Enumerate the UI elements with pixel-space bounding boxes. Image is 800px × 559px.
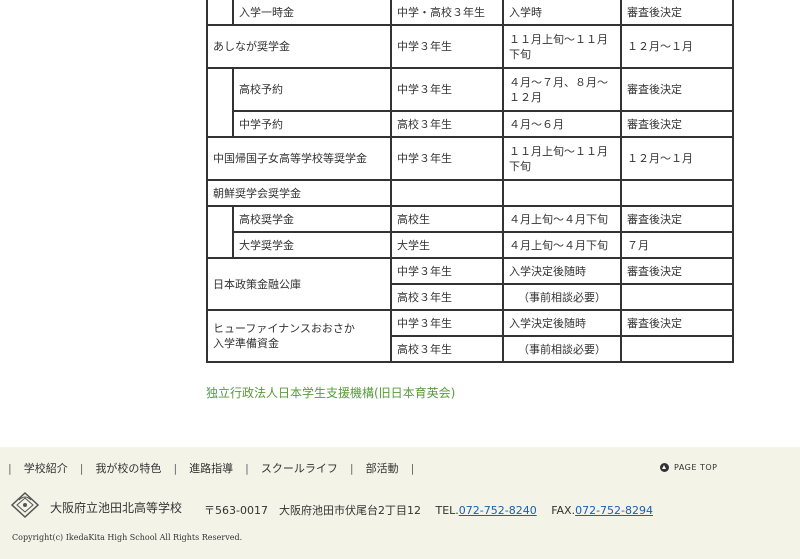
school-logo [10,491,40,519]
application-period: 入学決定後随時 [502,309,622,337]
target-grade: 高校３年生 [390,110,504,138]
scholarship-name: 高校予約 [232,67,392,112]
footer-nav-school-life[interactable]: スクールライフ [261,460,338,476]
fax-link[interactable]: 072-752-8294 [575,504,653,517]
application-period: １１月上旬～１１月下旬 [502,136,622,181]
decision-time: １２月～１月 [620,24,734,69]
footer-nav: | 学校紹介 | 我が校の特色 | 進路指導 | スクールライフ | 部活動 | [8,460,426,476]
scholarship-name: 大学奨学金 [232,231,392,259]
target-grade: 高校３年生 [390,283,504,311]
indent-cell [206,111,234,138]
application-period: （事前相談必要） [502,283,622,311]
tel-label: TEL. [435,504,459,517]
page-top-button[interactable]: PAGE TOP [660,463,717,472]
scholarship-name: あしなが奨学金 [206,24,392,69]
nav-separator: | [8,461,12,475]
scholarship-name: 中国帰国子女高等学校等奨学金 [206,136,392,181]
table-row: 朝鮮奨学会奨学金 [206,179,734,207]
scholarship-name: 入学一時金 [232,0,392,26]
decision-time [620,283,734,311]
footer-nav-school-intro[interactable]: 学校紹介 [24,460,68,476]
scholarship-name: 高校奨学金 [232,205,392,233]
decision-time: 審査後決定 [620,110,734,138]
scholarship-table: 入学一時金 中学・高校３年生 入学時 審査後決定 あしなが奨学金 中学３年生 １… [206,0,734,363]
target-grade: 大学生 [390,231,504,259]
application-period: 入学時 [502,0,622,26]
target-grade: 中学３年生 [390,24,504,69]
table-row: 高校奨学金 高校生 ４月上旬～４月下旬 審査後決定 [206,205,734,233]
decision-time: 審査後決定 [620,0,734,26]
target-grade: 中学３年生 [390,136,504,181]
indent-cell [206,0,234,25]
main-content: 入学一時金 中学・高校３年生 入学時 審査後決定 あしなが奨学金 中学３年生 １… [0,0,800,447]
decision-time: 審査後決定 [620,205,734,233]
nav-separator: | [79,461,84,475]
decision-time: 審査後決定 [620,67,734,112]
scholarship-name: 日本政策金融公庫 [206,257,392,311]
scholarship-name: 中学予約 [232,110,392,138]
application-period [502,179,622,207]
table-row: あしなが奨学金 中学３年生 １１月上旬～１１月下旬 １２月～１月 [206,24,734,69]
page-top-label: PAGE TOP [674,463,718,472]
arrow-up-circle-icon [660,463,669,472]
decision-time: ７月 [620,231,734,259]
application-period: 入学決定後随時 [502,257,622,285]
school-address: 〒563-0017 大阪府池田市伏尾台2丁目12 TEL.072-752-824… [204,502,653,518]
nav-separator: | [245,461,249,475]
footer: | 学校紹介 | 我が校の特色 | 進路指導 | スクールライフ | 部活動 |… [0,447,800,559]
footer-nav-career-guidance[interactable]: 進路指導 [189,460,233,476]
decision-time: 審査後決定 [620,309,734,337]
nav-separator: | [410,461,415,475]
decision-time: １２月～１月 [620,136,734,181]
indent-cell [206,205,234,232]
fax-label: FAX. [551,504,576,517]
copyright: Copyright(c) IkedaKita High School All R… [12,533,243,542]
application-period: ４月～６月 [502,110,622,138]
footer-nav-club-activities[interactable]: 部活動 [366,460,399,476]
application-period: ４月上旬～４月下旬 [502,231,622,259]
scholarship-name: 朝鮮奨学会奨学金 [206,179,392,207]
indent-cell [206,67,234,111]
table-row: 大学奨学金 大学生 ４月上旬～４月下旬 ７月 [206,231,734,259]
nav-separator: | [173,461,178,475]
target-grade: 中学・高校３年生 [390,0,504,26]
application-period: ４月～７月、８月～１２月 [502,67,622,112]
address-text: 〒563-0017 大阪府池田市伏尾台2丁目12 [204,504,421,517]
table-row: 日本政策金融公庫 中学３年生 入学決定後随時 審査後決定 [206,257,734,311]
target-grade: 高校３年生 [390,335,504,363]
table-row: 高校予約 中学３年生 ４月～７月、８月～１２月 審査後決定 [206,67,734,112]
decision-time [620,335,734,363]
indent-cell [206,232,234,259]
application-period: ４月上旬～４月下旬 [502,205,622,233]
scholarship-name: ヒューファイナンスおおさか 入学準備資金 [206,309,392,363]
target-grade: 高校生 [390,205,504,233]
table-row: 入学一時金 中学・高校３年生 入学時 審査後決定 [206,0,734,26]
school-name: 大阪府立池田北高等学校 [50,501,183,515]
table-row: ヒューファイナンスおおさか 入学準備資金 中学３年生 入学決定後随時 審査後決定 [206,309,734,363]
application-period: （事前相談必要） [502,335,622,363]
tel-link[interactable]: 072-752-8240 [459,504,537,517]
target-grade: 中学３年生 [390,309,504,337]
decision-time: 審査後決定 [620,257,734,285]
footer-nav-features[interactable]: 我が校の特色 [95,460,161,476]
table-row: 中国帰国子女高等学校等奨学金 中学３年生 １１月上旬～１１月下旬 １２月～１月 [206,136,734,181]
target-grade [390,179,504,207]
jasso-link[interactable]: 独立行政法人日本学生支援機構(旧日本育英会) [206,384,455,401]
table-row: 中学予約 高校３年生 ４月～６月 審査後決定 [206,110,734,138]
application-period: １１月上旬～１１月下旬 [502,24,622,69]
nav-separator: | [349,461,354,475]
target-grade: 中学３年生 [390,67,504,112]
decision-time [620,179,734,207]
target-grade: 中学３年生 [390,257,504,285]
